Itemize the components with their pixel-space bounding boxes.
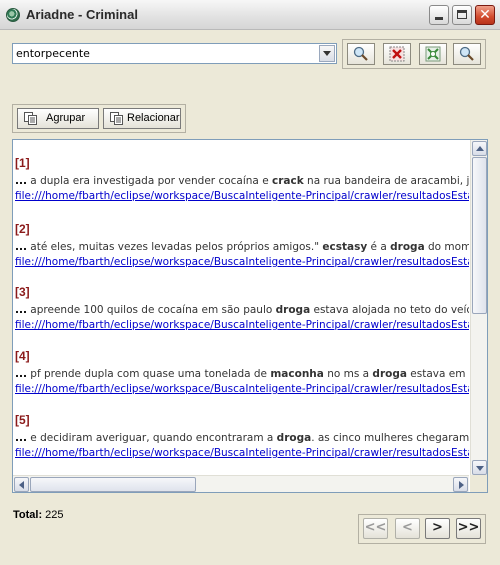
- results-panel: [1] ... a dupla era investigada por vend…: [12, 139, 488, 493]
- scroll-down-button[interactable]: [472, 460, 487, 475]
- relacionar-button[interactable]: Relacionar: [103, 108, 181, 129]
- chevron-left-icon: [19, 481, 24, 489]
- result-link[interactable]: file:///home/fbarth/eclipse/workspace/Bu…: [15, 256, 469, 268]
- result-snippet: ... até eles, muitas vezes levadas pelos…: [15, 241, 469, 253]
- result-link[interactable]: file:///home/fbarth/eclipse/workspace/Bu…: [15, 383, 469, 395]
- chevron-up-icon: [476, 146, 484, 151]
- result-number: [4]: [15, 349, 30, 363]
- next-page-button[interactable]: >: [425, 518, 450, 539]
- result-snippet: ... apreende 100 quilos de cocaína em sã…: [15, 304, 469, 316]
- horizontal-scroll-thumb[interactable]: [30, 477, 196, 492]
- search-input[interactable]: entorpecente: [16, 47, 90, 60]
- result-link[interactable]: file:///home/fbarth/eclipse/workspace/Bu…: [15, 190, 469, 202]
- list-item: [5] ... e decidiram averiguar, quando en…: [15, 413, 469, 459]
- search-toolbar: [342, 39, 486, 69]
- scroll-right-button[interactable]: [453, 477, 468, 492]
- maximize-button[interactable]: [452, 5, 472, 25]
- search-icon: [353, 46, 368, 61]
- first-page-button[interactable]: <<: [363, 518, 388, 539]
- list-item: [1] ... a dupla era investigada por vend…: [15, 156, 469, 202]
- result-number: [5]: [15, 413, 30, 427]
- close-icon: ✕: [479, 7, 491, 23]
- chevron-down-icon: [476, 466, 484, 471]
- results-list: [1] ... a dupla era investigada por vend…: [13, 140, 469, 476]
- scroll-corner: [470, 475, 487, 492]
- vertical-scroll-thumb[interactable]: [472, 157, 487, 314]
- relate-icon: [110, 112, 123, 125]
- agrupar-label: Agrupar: [46, 112, 86, 124]
- list-item: [2] ... até eles, muitas vezes levadas p…: [15, 222, 469, 268]
- action-toolbar: Agrupar Relacionar: [12, 104, 186, 133]
- result-snippet: ... a dupla era investigada por vender c…: [15, 175, 469, 187]
- pager: << < > >>: [358, 514, 486, 544]
- advanced-search-icon: [459, 46, 474, 61]
- result-snippet: ... pf prende dupla com quase uma tonela…: [15, 368, 469, 380]
- app-logo-icon: [6, 8, 20, 22]
- minimize-button[interactable]: [429, 5, 449, 25]
- scroll-up-button[interactable]: [472, 141, 487, 156]
- scroll-left-button[interactable]: [14, 477, 29, 492]
- chevron-right-icon: [459, 481, 464, 489]
- agrupar-button[interactable]: Agrupar: [17, 108, 99, 129]
- minimize-icon: [435, 17, 443, 20]
- result-snippet: ... e decidiram averiguar, quando encont…: [15, 432, 469, 444]
- group-icon: [24, 112, 37, 125]
- maximize-icon: [457, 10, 467, 19]
- chevron-down-icon: [323, 51, 331, 56]
- result-link[interactable]: file:///home/fbarth/eclipse/workspace/Bu…: [15, 319, 469, 331]
- result-number: [1]: [15, 156, 30, 170]
- advanced-search-button[interactable]: [453, 43, 481, 65]
- search-button[interactable]: [347, 43, 375, 65]
- last-page-button[interactable]: >>: [456, 518, 481, 539]
- window-title: Ariadne - Criminal: [26, 7, 138, 22]
- clear-search-icon: [389, 46, 405, 62]
- settings-icon: [425, 46, 441, 62]
- relacionar-label: Relacionar: [127, 112, 180, 124]
- result-number: [2]: [15, 222, 30, 236]
- result-number: [3]: [15, 285, 30, 299]
- vertical-scrollbar[interactable]: [470, 140, 487, 476]
- list-item: [4] ... pf prende dupla com quase uma to…: [15, 349, 469, 395]
- result-link[interactable]: file:///home/fbarth/eclipse/workspace/Bu…: [15, 447, 469, 459]
- horizontal-scrollbar[interactable]: [13, 475, 469, 492]
- title-bar: Ariadne - Criminal ✕: [0, 0, 500, 30]
- total-count: Total: 225: [13, 509, 64, 521]
- clear-search-button[interactable]: [383, 43, 411, 65]
- settings-button[interactable]: [419, 43, 447, 65]
- close-button[interactable]: ✕: [475, 5, 495, 25]
- combo-dropdown-button[interactable]: [319, 45, 335, 62]
- search-combo[interactable]: entorpecente: [12, 43, 337, 64]
- previous-page-button[interactable]: <: [395, 518, 420, 539]
- list-item: [3] ... apreende 100 quilos de cocaína e…: [15, 285, 469, 331]
